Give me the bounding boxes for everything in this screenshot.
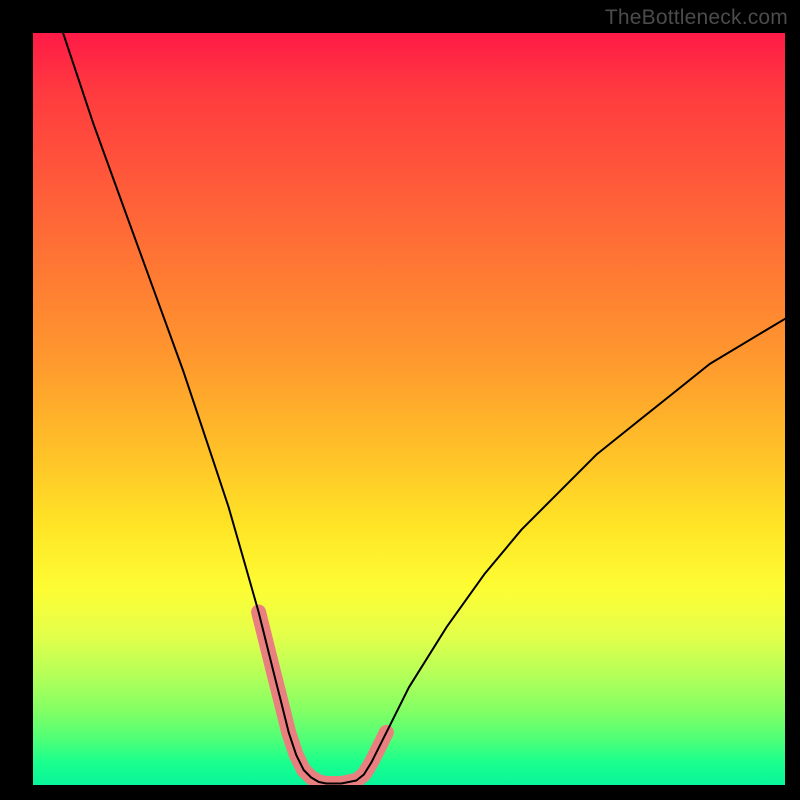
pink-highlight-stroke: [259, 612, 387, 784]
watermark-text: TheBottleneck.com: [605, 6, 788, 30]
pink-highlight-path: [259, 612, 387, 784]
plot-area: [33, 33, 785, 785]
black-curve-stroke: [63, 33, 785, 784]
black-curve-path: [63, 33, 785, 784]
chart-frame: TheBottleneck.com: [0, 0, 800, 800]
chart-svg: [33, 33, 785, 785]
